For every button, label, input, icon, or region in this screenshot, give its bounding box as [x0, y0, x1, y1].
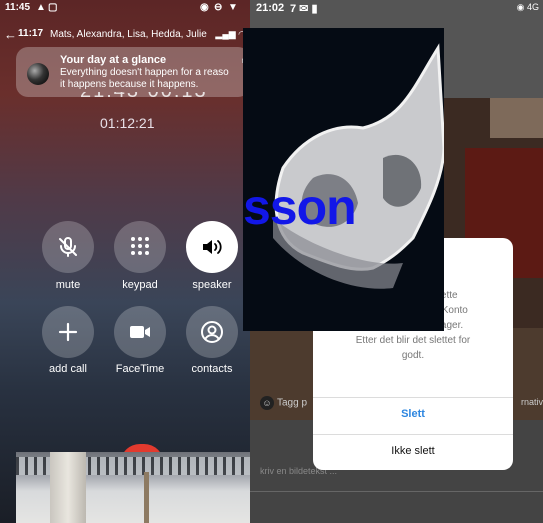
back-arrow-icon[interactable]: ←	[4, 27, 17, 42]
status-time-right: 21:02	[256, 2, 285, 14]
delete-button[interactable]: Slett	[313, 408, 513, 420]
photo-pillar	[50, 452, 86, 523]
photo-pole	[144, 472, 149, 523]
keypad-button[interactable]	[114, 221, 166, 273]
notification-banner[interactable]: Your day at a glance n Everything doesn'…	[16, 47, 250, 97]
warning-icon: ▲	[36, 2, 46, 13]
signal-icon: ▂▄▆ ◠	[215, 29, 246, 39]
call-duration: 01:12:21	[100, 115, 155, 131]
notification-line-1: Everything doesn't happen for a reaso	[60, 67, 229, 78]
divider	[250, 491, 543, 492]
status-bar: 11:45 ▲ ▢ ◉ ⊖ ▼	[0, 0, 250, 16]
notification-line-2: it happens because it happens.	[60, 79, 199, 90]
contact-icon	[201, 321, 223, 343]
call-screen: 11:45 ▲ ▢ ◉ ⊖ ▼ ← 11:17 Mats, Alexandra,…	[0, 0, 250, 523]
person-icon: ☺	[260, 396, 274, 410]
glitch-image-overlay: sson	[243, 28, 444, 331]
speaker-icon	[203, 240, 222, 254]
dialog-divider-2	[313, 434, 513, 435]
call-header: ← 11:17 Mats, Alexandra, Lisa, Hedda, Ju…	[0, 26, 250, 44]
notification-icons: 7 ✉ ▮	[290, 3, 318, 15]
speaker-button[interactable]	[186, 221, 238, 273]
facetime-button[interactable]	[114, 306, 166, 358]
speaker-label: speaker	[192, 279, 232, 291]
image-icon: ▢	[48, 2, 58, 13]
tag-people-row[interactable]: ☺ Tagg p	[260, 396, 307, 410]
keypad-label: keypad	[122, 279, 158, 291]
app-icon	[27, 63, 49, 85]
mute-label: mute	[55, 279, 81, 291]
dialog-line-5: godt.	[401, 350, 425, 361]
clock-text: 21:43 00:13	[80, 92, 208, 102]
notification-title: Your day at a glance	[60, 54, 167, 66]
keypad-icon	[131, 237, 149, 255]
contacts-label: contacts	[191, 363, 233, 375]
dialog-line-4: Etter det blir det slettet for	[355, 335, 471, 346]
video-camera-icon	[130, 326, 150, 338]
status-time: 11:45	[5, 2, 31, 13]
wifi-icon: ▼	[228, 2, 238, 13]
notification-body: Everything doesn't happen for a reaso it…	[60, 67, 250, 91]
sync-icon-right: ◉ 4G	[516, 2, 539, 12]
dialog-divider-1	[313, 397, 513, 398]
call-participants: Mats, Alexandra, Lisa, Hedda, Julie	[50, 29, 207, 40]
tag-text: Tagg p	[277, 397, 308, 409]
call-time: 11:17	[18, 28, 44, 39]
mic-off-icon	[59, 237, 77, 257]
dont-delete-button[interactable]: Ikke slett	[313, 445, 513, 457]
facetime-label: FaceTime	[115, 363, 165, 375]
dnd-icon: ⊖	[214, 2, 223, 13]
plus-icon	[58, 322, 78, 342]
image-wall	[490, 98, 543, 138]
alt-text-link[interactable]: rnativ	[521, 397, 543, 407]
photo-thumbnail	[16, 452, 250, 523]
overlay-text: sson	[243, 179, 357, 235]
contacts-button[interactable]	[186, 306, 238, 358]
add-call-button[interactable]	[42, 306, 94, 358]
clock-partial: 21:43 00:13	[80, 92, 210, 106]
add-call-label: add call	[49, 363, 87, 375]
mute-button[interactable]	[42, 221, 94, 273]
sync-icon: ◉	[200, 2, 209, 13]
